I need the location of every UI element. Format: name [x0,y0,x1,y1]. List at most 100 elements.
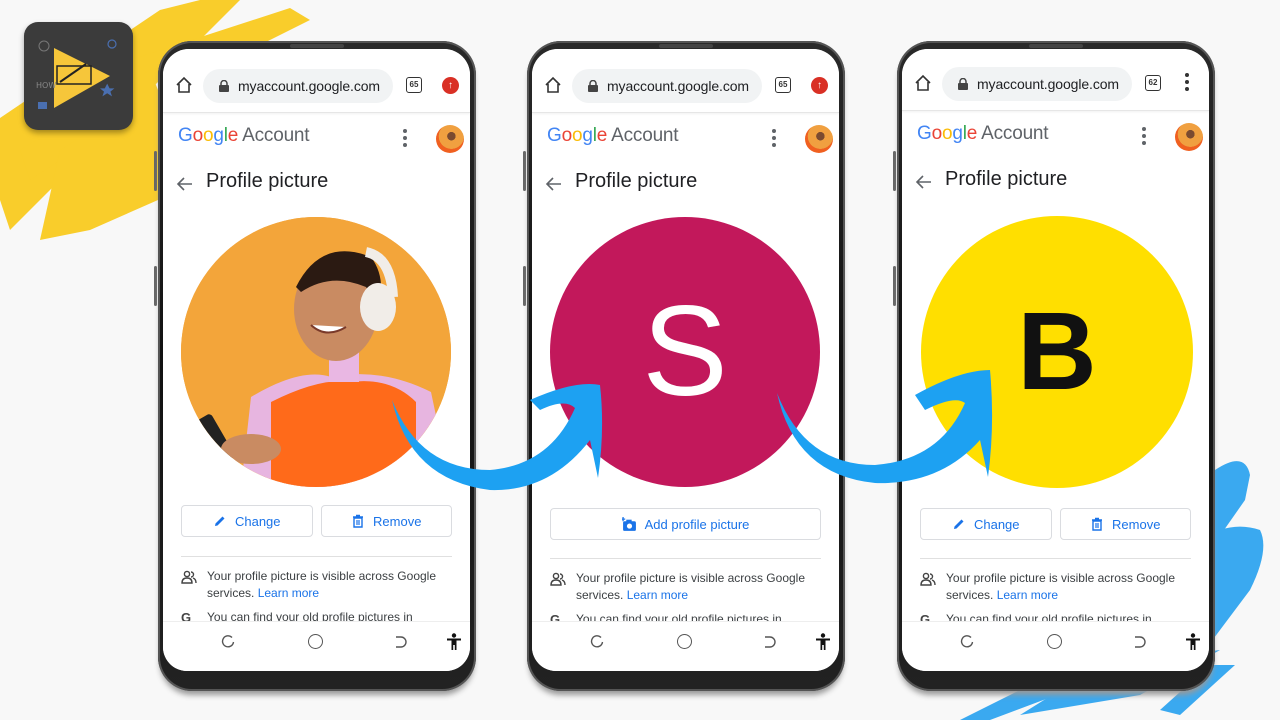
extension-icon[interactable]: ↑ [442,77,459,94]
add-profile-picture-button[interactable]: Add profile picture [550,508,821,540]
profile-initial-avatar: B [921,216,1193,488]
product-name: Account [611,125,679,146]
lock-icon [588,80,598,92]
photo-actions: Change Remove [920,508,1191,540]
add-profile-picture-label: Add profile picture [644,516,750,532]
extension-icon[interactable]: ↑ [811,77,828,94]
visibility-text: Your profile picture is visible across G… [576,571,806,602]
android-nav-bar [163,621,470,671]
home-icon[interactable] [544,76,562,94]
remove-label: Remove [373,513,422,529]
account-avatar[interactable] [805,125,833,153]
page-title: Profile picture [206,170,329,192]
more-options-icon[interactable] [403,129,407,147]
people-icon [920,572,936,586]
home-nav-button[interactable] [1047,634,1062,649]
remove-label: Remove [1112,516,1161,532]
accessibility-icon[interactable] [815,633,831,651]
more-options-icon[interactable] [772,129,776,147]
back-arrow-icon[interactable] [176,175,194,193]
home-icon[interactable] [914,74,932,92]
more-options-icon[interactable] [1142,127,1146,145]
page-title: Profile picture [945,168,1068,190]
tab-switcher-button[interactable]: 65 [406,77,422,93]
back-nav-icon[interactable] [762,635,776,649]
page-title-row: Profile picture [532,167,839,203]
side-button [893,266,896,306]
remove-button[interactable]: Remove [1059,508,1191,540]
google-account-logo[interactable]: Google Account [547,125,679,147]
brand-letter: g [952,123,963,144]
lock-icon [958,78,968,90]
change-label: Change [973,516,1020,532]
recent-apps-icon[interactable] [960,635,974,649]
page-title-row: Profile picture [902,165,1209,201]
tab-switcher-button[interactable]: 65 [775,77,791,93]
recent-apps-icon[interactable] [590,635,604,649]
address-bar[interactable]: myaccount.google.com [942,67,1132,101]
phone-2: myaccount.google.com 65 ↑ Google Account … [523,41,845,697]
profile-initial: B [1017,290,1097,413]
product-name: Account [242,125,310,146]
accessibility-icon[interactable] [446,633,462,651]
brand-letter: o [561,125,573,146]
back-nav-icon[interactable] [1132,635,1146,649]
learn-more-link[interactable]: Learn more [258,586,319,600]
learn-more-link[interactable]: Learn more [627,588,688,602]
brand-letter: e [596,125,608,146]
add-photo-icon [621,516,636,531]
google-account-logo[interactable]: Google Account [917,123,1049,145]
account-avatar[interactable] [436,125,464,153]
thumbnail-stage: HOW myaccount.google.com 65 ↑ Google Acco… [0,0,1280,720]
brand-letter: o [192,125,204,146]
page-title: Profile picture [575,170,698,192]
brand-letter: g [213,125,224,146]
google-account-header: Google Account [532,113,839,163]
browser-toolbar: myaccount.google.com 62 [902,49,1209,111]
google-account-logo[interactable]: Google Account [178,125,310,147]
trash-icon [353,514,364,528]
address-bar[interactable]: myaccount.google.com [572,69,762,103]
account-avatar[interactable] [1175,123,1203,151]
brand-letter: G [917,123,932,144]
home-nav-button[interactable] [308,634,323,649]
change-button[interactable]: Change [920,508,1052,540]
side-button [523,151,526,191]
browser-menu-icon[interactable] [1185,73,1191,91]
side-button [154,151,157,191]
brand-letter: o [202,125,214,146]
people-icon [550,572,566,586]
android-nav-bar [532,621,839,671]
browser-toolbar: myaccount.google.com 65 ↑ [532,49,839,113]
brand-letter: e [966,123,978,144]
profile-photo [181,217,451,487]
back-arrow-icon[interactable] [915,173,933,191]
home-nav-button[interactable] [677,634,692,649]
android-nav-bar [902,621,1209,671]
address-bar[interactable]: myaccount.google.com [203,69,393,103]
phone-screen: myaccount.google.com 65 ↑ Google Account … [532,49,839,671]
home-icon[interactable] [175,76,193,94]
back-nav-icon[interactable] [393,635,407,649]
remove-button[interactable]: Remove [320,505,452,537]
browser-toolbar: myaccount.google.com 65 ↑ [163,49,470,113]
learn-more-link[interactable]: Learn more [997,588,1058,602]
channel-logo: HOW [24,22,133,130]
pencil-icon [953,519,964,529]
url-text: myaccount.google.com [977,76,1119,92]
photo-actions: Change Remove [181,505,452,537]
brand-letter: o [941,123,953,144]
divider [181,556,452,557]
pencil-icon [214,516,225,526]
phone-screen: myaccount.google.com 65 ↑ Google Account … [163,49,470,671]
phone-1: myaccount.google.com 65 ↑ Google Account … [154,41,476,697]
brand-letter: e [227,125,239,146]
brand-letter: o [931,123,943,144]
accessibility-icon[interactable] [1185,633,1201,651]
lock-icon [219,80,229,92]
back-arrow-icon[interactable] [545,175,563,193]
divider [920,558,1191,559]
change-button[interactable]: Change [181,505,313,537]
tab-switcher-button[interactable]: 62 [1145,75,1161,91]
recent-apps-icon[interactable] [221,635,235,649]
